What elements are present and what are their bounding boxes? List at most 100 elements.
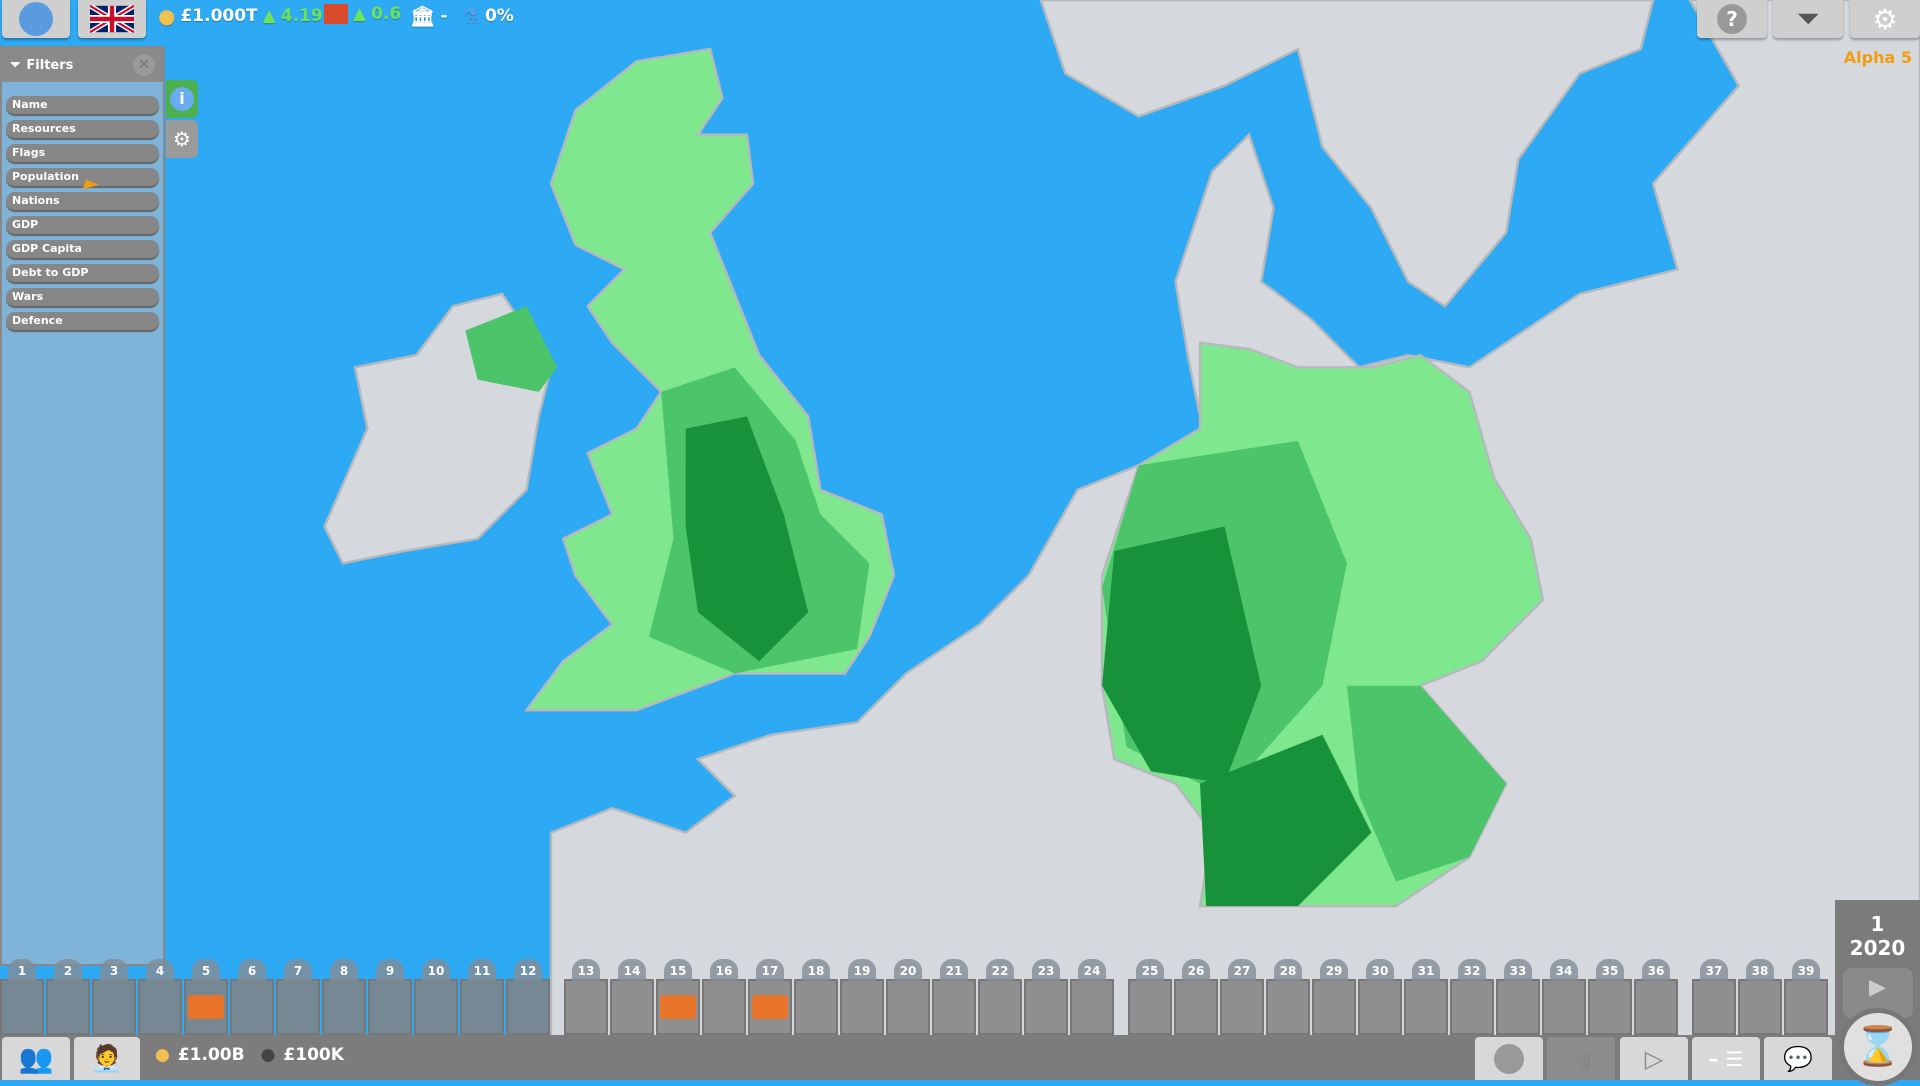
turn-number-tab[interactable]: 9 [376,959,404,981]
turn-number-tab[interactable]: 36 [1642,959,1670,981]
turn-number-tab[interactable]: 14 [618,959,646,981]
turn-slot[interactable] [794,979,838,1035]
turn-number-tab[interactable]: 32 [1458,959,1486,981]
filter-wars[interactable]: Wars [6,288,159,306]
turn-number-tab[interactable]: 4 [146,959,174,981]
turn-slot[interactable] [1358,979,1402,1035]
turn-number-tab[interactable]: 21 [940,959,968,981]
turn-slot[interactable] [748,979,792,1035]
turn-slot[interactable] [138,979,182,1035]
filter-flags[interactable]: Flags [6,144,159,162]
turn-slot[interactable] [1542,979,1586,1035]
turn-number-tab[interactable]: 11 [468,959,496,981]
turn-slot[interactable] [886,979,930,1035]
turn-number-tab[interactable]: 6 [238,959,266,981]
turn-number-tab[interactable]: 2 [54,959,82,981]
settings-tab[interactable]: ⚙ [166,120,198,158]
turn-slot[interactable] [1450,979,1494,1035]
turn-number-tab[interactable]: 31 [1412,959,1440,981]
turn-slot[interactable] [610,979,654,1035]
turn-number-tab[interactable]: 27 [1228,959,1256,981]
turn-number-tab[interactable]: 29 [1320,959,1348,981]
turn-number-tab[interactable]: 25 [1136,959,1164,981]
turn-slot[interactable] [1220,979,1264,1035]
close-filters-button[interactable]: ✕ [133,54,155,76]
turn-slot[interactable] [840,979,884,1035]
turn-slot[interactable] [1634,979,1678,1035]
turn-slot[interactable] [1312,979,1356,1035]
filter-nations[interactable]: Nations [6,192,159,210]
turn-slot[interactable] [1784,979,1828,1035]
filter-debt-to-gdp[interactable]: Debt to GDP [6,264,159,282]
turn-slot[interactable] [0,979,44,1035]
turn-number-tab[interactable]: 28 [1274,959,1302,981]
turn-number-tab[interactable]: 30 [1366,959,1394,981]
turn-slot[interactable] [1738,979,1782,1035]
turn-number-tab[interactable]: 17 [756,959,784,981]
globe-view-button[interactable] [1475,1037,1543,1080]
turn-number-tab[interactable]: 16 [710,959,738,981]
turn-number-tab[interactable]: 38 [1746,959,1774,981]
population-button[interactable]: 👥 [2,1037,70,1080]
turn-slot[interactable] [1024,979,1068,1035]
filter-name[interactable]: Name [6,96,159,114]
world-view-button[interactable] [2,0,70,38]
previous-button[interactable]: ◀ [1547,1037,1615,1080]
end-turn-button[interactable]: ⌛ [1839,1008,1917,1086]
turn-slot[interactable] [276,979,320,1035]
turn-slot[interactable] [564,979,608,1035]
turn-number-tab[interactable]: 18 [802,959,830,981]
turn-number-tab[interactable]: 1 [8,959,36,981]
turn-number-tab[interactable]: 19 [848,959,876,981]
turn-number-tab[interactable]: 5 [192,959,220,981]
turn-slot[interactable] [1496,979,1540,1035]
turn-number-tab[interactable]: 3 [100,959,128,981]
research-stat[interactable]: ⚗ 0% [462,4,514,28]
turn-slot[interactable] [414,979,458,1035]
filter-population[interactable]: Population [6,168,159,186]
turn-number-tab[interactable]: 37 [1700,959,1728,981]
turn-slot[interactable] [368,979,412,1035]
turn-slot[interactable] [184,979,228,1035]
world-map[interactable] [0,0,1920,1080]
turn-number-tab[interactable]: 35 [1596,959,1624,981]
turn-slot[interactable] [1588,979,1632,1035]
filter-gdp[interactable]: GDP [6,216,159,234]
turn-slot[interactable] [1692,979,1736,1035]
filter-resources[interactable]: Resources [6,120,159,138]
turn-slot[interactable] [1266,979,1310,1035]
scandinavia[interactable] [1039,0,1655,308]
leader-button[interactable]: 🧑‍💼 [74,1037,140,1080]
turn-slot[interactable] [1174,979,1218,1035]
turn-number-tab[interactable]: 12 [514,959,542,981]
nation-flag-button[interactable] [78,0,146,38]
turn-number-tab[interactable]: 33 [1504,959,1532,981]
turn-slot[interactable] [978,979,1022,1035]
next-button[interactable]: ▷ [1620,1037,1688,1080]
help-button[interactable]: ? [1697,0,1767,38]
turn-number-tab[interactable]: 26 [1182,959,1210,981]
list-toggle-button[interactable]: – ☰ [1692,1037,1760,1080]
government-stat[interactable]: 🏛 - [410,4,447,28]
info-tab[interactable]: i [166,80,198,118]
turn-number-tab[interactable]: 10 [422,959,450,981]
filter-gdp-capita[interactable]: GDP Capita [6,240,159,258]
turn-slot[interactable] [1128,979,1172,1035]
turn-slot[interactable] [1070,979,1114,1035]
filter-defence[interactable]: Defence [6,312,159,330]
turn-number-tab[interactable]: 34 [1550,959,1578,981]
turn-slot[interactable] [92,979,136,1035]
industry-stat[interactable]: ▲ 0.6 [324,4,401,24]
turn-slot[interactable] [230,979,274,1035]
turn-number-tab[interactable]: 13 [572,959,600,981]
turn-number-tab[interactable]: 39 [1792,959,1820,981]
turn-slot[interactable] [932,979,976,1035]
turn-slot[interactable] [506,979,550,1035]
treasury-stat[interactable]: ● £1.000T ▲ 4.19B [158,4,336,28]
turn-number-tab[interactable]: 22 [986,959,1014,981]
turn-number-tab[interactable]: 7 [284,959,312,981]
filter-button[interactable]: ⏷ [1773,0,1843,38]
turn-slot[interactable] [46,979,90,1035]
turn-number-tab[interactable]: 8 [330,959,358,981]
settings-button[interactable]: ⚙ [1850,0,1920,38]
